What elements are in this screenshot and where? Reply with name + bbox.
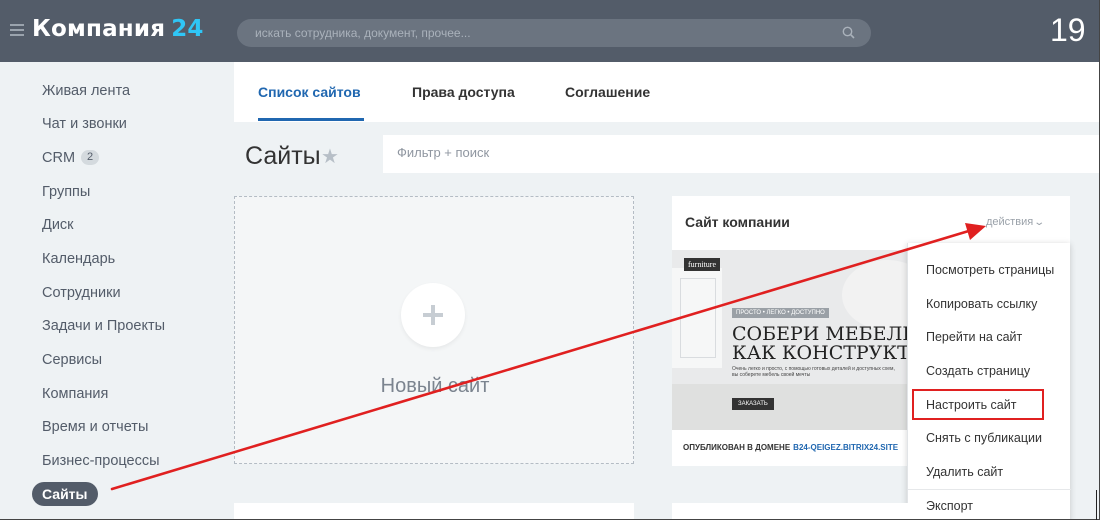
sidebar-item-groups[interactable]: Группы [42,182,90,202]
sidebar-item-calendar[interactable]: Календарь [42,249,115,269]
sidebar-item-live-feed[interactable]: Живая лента [42,81,130,101]
preview-chair [842,260,908,330]
sidebar-item-services[interactable]: Сервисы [42,350,102,370]
site-card-partial [234,503,634,519]
menu-item-copy-link[interactable]: Копировать ссылку [926,297,1037,311]
tab-access-rights[interactable]: Права доступа [412,84,515,100]
sidebar-item-sites[interactable]: Сайты [32,482,98,506]
star-icon[interactable]: ★ [321,144,339,169]
sidebar-item-employees[interactable]: Сотрудники [42,283,121,303]
cursor-caret [1096,490,1097,520]
sidebar: Живая лента Чат и звонки CRM 2 Группы Дис… [0,62,222,519]
sidebar-item-label: CRM [42,150,76,166]
top-bar: Компания24 19 [0,0,1099,62]
site-preview[interactable]: furniture ПРОСТО • ЛЕГКО • ДОСТУПНО СОБЕ… [672,250,908,430]
preview-headline: СОБЕРИ МЕБЕЛЬ КАК КОНСТРУКТОР [732,325,908,363]
menu-item-export[interactable]: Экспорт [926,499,973,513]
tab-site-list[interactable]: Список сайтов [258,84,361,100]
actions-menu-button[interactable]: действия⌄ [986,216,1046,228]
menu-divider [908,489,1071,490]
site-card-partial [672,503,908,519]
published-domain-link[interactable]: B24-QEIGEZ.BITRIX24.SITE [793,443,898,452]
sidebar-item-tasks[interactable]: Задачи и Проекты [42,316,165,336]
plus-icon[interactable] [401,283,465,347]
actions-dropdown: Посмотреть страницы Копировать ссылку Пе… [907,243,1071,519]
logo-number: 24 [171,16,204,42]
logo[interactable]: Компания 24 [32,16,204,42]
preview-tag: ПРОСТО • ЛЕГКО • ДОСТУПНО [732,308,829,318]
preview-floor [672,384,908,430]
menu-icon[interactable] [10,24,24,36]
logo-name: Компания [32,16,166,42]
preview-headline-line-2: КАК КОНСТРУКТОР [732,342,908,364]
search-input[interactable] [255,24,815,42]
menu-item-unpublish[interactable]: Снять с публикации [926,431,1042,445]
menu-item-delete-site[interactable]: Удалить сайт [926,465,1003,479]
tab-bar: Список сайтов Права доступа Соглашение [234,62,1099,122]
clock[interactable]: 19 [1050,12,1086,49]
actions-label: действия [986,216,1034,228]
menu-item-go-to-site[interactable]: Перейти на сайт [926,330,1022,344]
highlight-box [912,389,1044,420]
chevron-down-icon: ⌄ [1033,217,1046,228]
menu-item-create-page[interactable]: Создать страницу [926,364,1030,378]
new-site-tile[interactable]: Новый сайт [234,196,634,464]
sidebar-item-chat[interactable]: Чат и звонки [42,114,127,134]
sidebar-item-company[interactable]: Компания [42,384,108,404]
site-title[interactable]: Сайт компании [685,214,790,230]
preview-subtitle: Очень легко и просто, с помощью готовых … [732,366,895,378]
preview-window-frame [680,278,716,358]
tab-agreement[interactable]: Соглашение [565,84,650,100]
count-badge: 2 [81,150,100,165]
sidebar-item-disk[interactable]: Диск [42,215,74,235]
search-bar[interactable] [237,19,871,47]
filter-bar[interactable] [383,135,1099,173]
active-tab-indicator [258,118,364,121]
search-icon[interactable] [842,26,855,39]
published-label: ОПУБЛИКОВАН В ДОМЕНЕ [683,443,791,452]
preview-order-button: ЗАКАЗАТЬ [732,398,774,410]
preview-brand: furniture [684,258,720,271]
sidebar-item-business-processes[interactable]: Бизнес-процессы [42,451,160,471]
page-title: Сайты [245,142,321,170]
filter-input[interactable] [397,145,897,160]
new-site-label: Новый сайт [380,375,490,397]
app-window: Компания24 19 Живая лента Чат и звонки C… [0,0,1100,520]
published-status: ОПУБЛИКОВАН В ДОМЕНЕ B24-QEIGEZ.BITRIX24.… [683,443,898,452]
sidebar-item-time-reports[interactable]: Время и отчеты [42,417,148,437]
sidebar-item-crm[interactable]: CRM 2 [42,148,100,168]
menu-item-view-pages[interactable]: Посмотреть страницы [926,263,1054,277]
